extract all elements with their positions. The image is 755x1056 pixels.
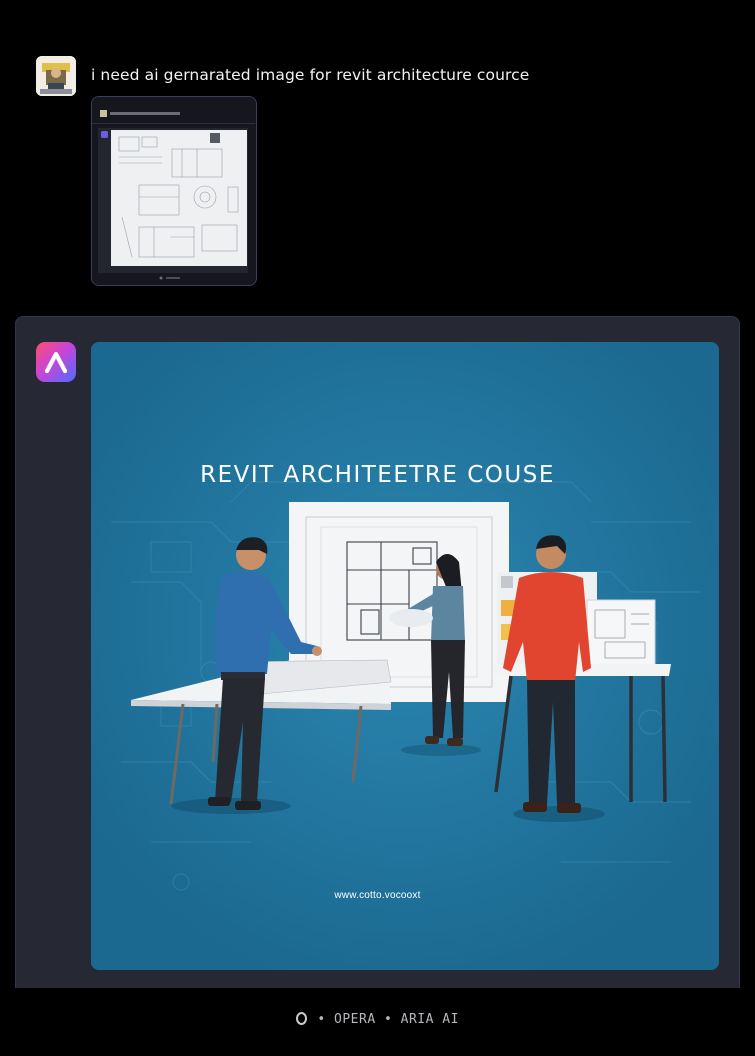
generated-image-title: REVIT ARCHITEETRE COUSE xyxy=(200,462,555,488)
attachment-thumbnail[interactable] xyxy=(91,96,257,286)
footer-separator: • xyxy=(317,1012,326,1027)
user-avatar xyxy=(36,56,76,96)
footer-brand: OPERA xyxy=(334,1012,376,1027)
footer-product: ARIA AI xyxy=(400,1012,459,1027)
user-message-text: i need ai gernarated image for revit arc… xyxy=(91,66,530,84)
generated-image[interactable] xyxy=(91,342,719,970)
opera-logo-icon xyxy=(296,1012,308,1025)
generated-image-url-text: www.cotto.vocooxt xyxy=(334,890,421,901)
aria-logo-icon xyxy=(36,342,76,382)
footer-branding: • OPERA • ARIA AI xyxy=(0,1012,755,1027)
footer-separator-2: • xyxy=(384,1012,393,1027)
